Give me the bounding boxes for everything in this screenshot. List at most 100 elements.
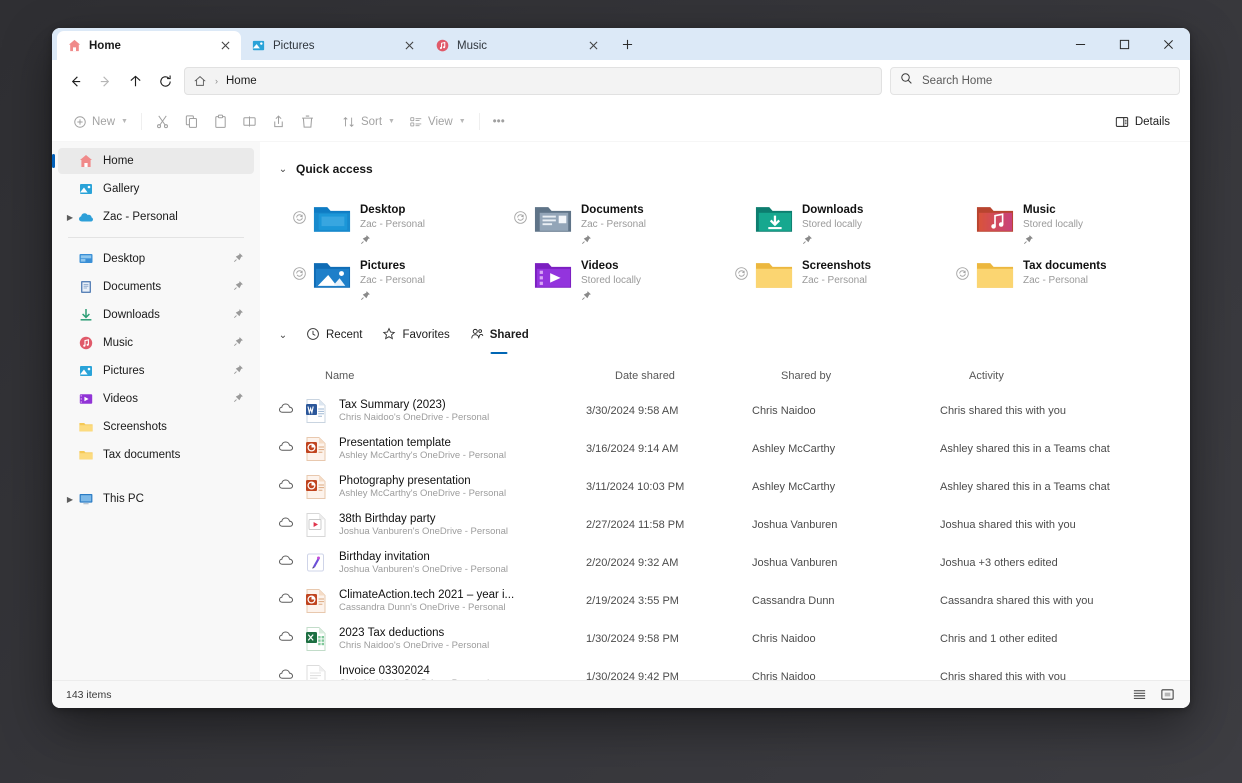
details-pane-button[interactable]: Details <box>1107 108 1178 136</box>
tab-shared[interactable]: Shared <box>460 322 539 348</box>
sidebar-item-desktop[interactable]: ▶ Desktop <box>58 246 254 272</box>
refresh-button[interactable] <box>150 66 180 96</box>
search-box[interactable] <box>890 67 1180 95</box>
more-options-button[interactable]: ••• <box>486 108 512 136</box>
pin-icon[interactable] <box>233 392 246 406</box>
details-view-button[interactable] <box>1126 684 1152 706</box>
new-button-label: New <box>92 115 116 128</box>
table-row[interactable]: Presentation template Ashley McCarthy's … <box>270 430 1190 468</box>
sidebar-item-videos[interactable]: ▶ Videos <box>58 386 254 412</box>
sidebar-item-downloads[interactable]: ▶ Downloads <box>58 302 254 328</box>
cloud-icon <box>278 514 296 536</box>
table-row[interactable]: Tax Summary (2023) Chris Naidoo's OneDri… <box>270 392 1190 430</box>
file-date-shared: 2/20/2024 9:32 AM <box>586 557 679 569</box>
sidebar-item-gallery[interactable]: ▶ Gallery <box>58 176 254 202</box>
forward-button[interactable] <box>90 66 120 96</box>
close-icon[interactable] <box>584 36 603 55</box>
pin-icon[interactable] <box>233 280 246 294</box>
large-icons-view-button[interactable] <box>1154 684 1180 706</box>
quick-access-name: Documents <box>581 204 644 216</box>
music-icon <box>435 38 450 53</box>
cloud-icon <box>278 400 296 422</box>
column-header-name[interactable]: Name <box>325 370 615 382</box>
quick-access-text: Music Stored locally <box>1023 196 1083 250</box>
table-row[interactable]: ClimateAction.tech 2021 – year i... Cass… <box>270 582 1190 620</box>
copy-button[interactable] <box>177 108 206 136</box>
navigation-bar: › Home <box>52 60 1190 102</box>
chevron-down-icon[interactable]: ⌄ <box>270 164 296 175</box>
new-tab-button[interactable] <box>613 31 641 58</box>
breadcrumb-current[interactable]: Home <box>226 75 257 87</box>
tab-music[interactable]: Music <box>425 31 609 60</box>
chevron-right-icon[interactable]: ▶ <box>62 495 78 504</box>
minimize-button[interactable] <box>1058 28 1102 60</box>
pin-icon[interactable] <box>233 308 246 322</box>
divider <box>478 113 480 130</box>
table-row[interactable]: Photography presentation Ashley McCarthy… <box>270 468 1190 506</box>
sidebar-item-screenshots[interactable]: ▶ Screenshots <box>58 414 254 440</box>
quick-access-item-screenshots[interactable]: Screenshots Zac - Personal <box>734 248 955 302</box>
column-header-activity[interactable]: Activity <box>969 370 1190 382</box>
new-button[interactable]: New ▼ <box>66 108 135 136</box>
share-button[interactable] <box>264 108 293 136</box>
table-row[interactable]: 2023 Tax deductions Chris Naidoo's OneDr… <box>270 620 1190 658</box>
delete-button[interactable] <box>293 108 322 136</box>
back-button[interactable] <box>60 66 90 96</box>
quick-access-item-videos[interactable]: Videos Stored locally <box>513 248 734 302</box>
file-location: Joshua Vanburen's OneDrive - Personal <box>339 526 509 537</box>
view-button[interactable]: View ▼ <box>402 108 473 136</box>
quick-access-header[interactable]: ⌄ Quick access <box>270 154 1190 184</box>
rename-button[interactable] <box>235 108 264 136</box>
file-shared-by: Chris Naidoo <box>752 633 816 645</box>
paste-button[interactable] <box>206 108 235 136</box>
tab-strip: Home Pictures Music <box>52 28 641 60</box>
quick-access-item-documents[interactable]: Documents Zac - Personal <box>513 192 734 246</box>
quick-access-item-downloads[interactable]: Downloads Stored locally <box>734 192 955 246</box>
sidebar-item-tax-documents[interactable]: ▶ Tax documents <box>58 442 254 468</box>
tab-recent[interactable]: Recent <box>296 322 372 348</box>
chevron-down-icon[interactable]: ⌄ <box>270 330 296 341</box>
pin-icon[interactable] <box>233 252 246 266</box>
pin-icon[interactable] <box>233 336 246 350</box>
quick-access-item-desktop[interactable]: Desktop Zac - Personal <box>292 192 513 246</box>
sidebar-item-home[interactable]: ▶ Home <box>52 148 254 174</box>
folder-downloads-icon <box>755 203 793 234</box>
table-row[interactable]: Invoice 03302024 Chris Naidoo's OneDrive… <box>270 658 1190 680</box>
close-icon[interactable] <box>400 36 419 55</box>
music-icon <box>78 335 94 351</box>
table-row[interactable]: 38th Birthday party Joshua Vanburen's On… <box>270 506 1190 544</box>
search-input[interactable] <box>922 75 1170 87</box>
chevron-right-icon[interactable]: ▶ <box>62 213 78 222</box>
sidebar-item-pictures[interactable]: ▶ Pictures <box>58 358 254 384</box>
sidebar-item-zac-personal[interactable]: ▶ Zac - Personal <box>58 204 254 230</box>
file-date-shared: 1/30/2024 9:42 PM <box>586 671 679 680</box>
cut-button[interactable] <box>148 108 177 136</box>
sidebar-item-music[interactable]: ▶ Music <box>58 330 254 356</box>
sidebar-item-documents[interactable]: ▶ Documents <box>58 274 254 300</box>
tab-home[interactable]: Home <box>57 31 241 60</box>
pin-icon[interactable] <box>233 364 246 378</box>
tab-pictures[interactable]: Pictures <box>241 31 425 60</box>
tab-favorites[interactable]: Favorites <box>372 322 459 348</box>
cloud-icon <box>278 438 296 460</box>
quick-access-item-pictures[interactable]: Pictures Zac - Personal <box>292 248 513 302</box>
file-type-video-icon <box>304 512 328 538</box>
file-name: 38th Birthday party <box>339 513 436 525</box>
column-header-shared-by[interactable]: Shared by <box>781 370 969 382</box>
chevron-down-icon: ▼ <box>458 118 466 125</box>
address-bar[interactable]: › Home <box>184 67 882 95</box>
home-breadcrumb-icon[interactable] <box>193 74 207 88</box>
sidebar-item-this-pc[interactable]: ▶ This PC <box>58 486 254 512</box>
maximize-button[interactable] <box>1102 28 1146 60</box>
file-type-powerpoint-icon <box>304 436 328 462</box>
close-button[interactable] <box>1146 28 1190 60</box>
quick-access-item-tax-documents[interactable]: Tax documents Zac - Personal <box>955 248 1176 302</box>
quick-access-item-music[interactable]: Music Stored locally <box>955 192 1176 246</box>
file-activity: Chris and 1 other edited <box>940 633 1058 645</box>
column-header-date[interactable]: Date shared <box>615 370 781 382</box>
up-button[interactable] <box>120 66 150 96</box>
sync-icon <box>734 266 749 281</box>
table-row[interactable]: Birthday invitation Joshua Vanburen's On… <box>270 544 1190 582</box>
close-icon[interactable] <box>216 36 235 55</box>
sort-button[interactable]: Sort ▼ <box>335 108 402 136</box>
